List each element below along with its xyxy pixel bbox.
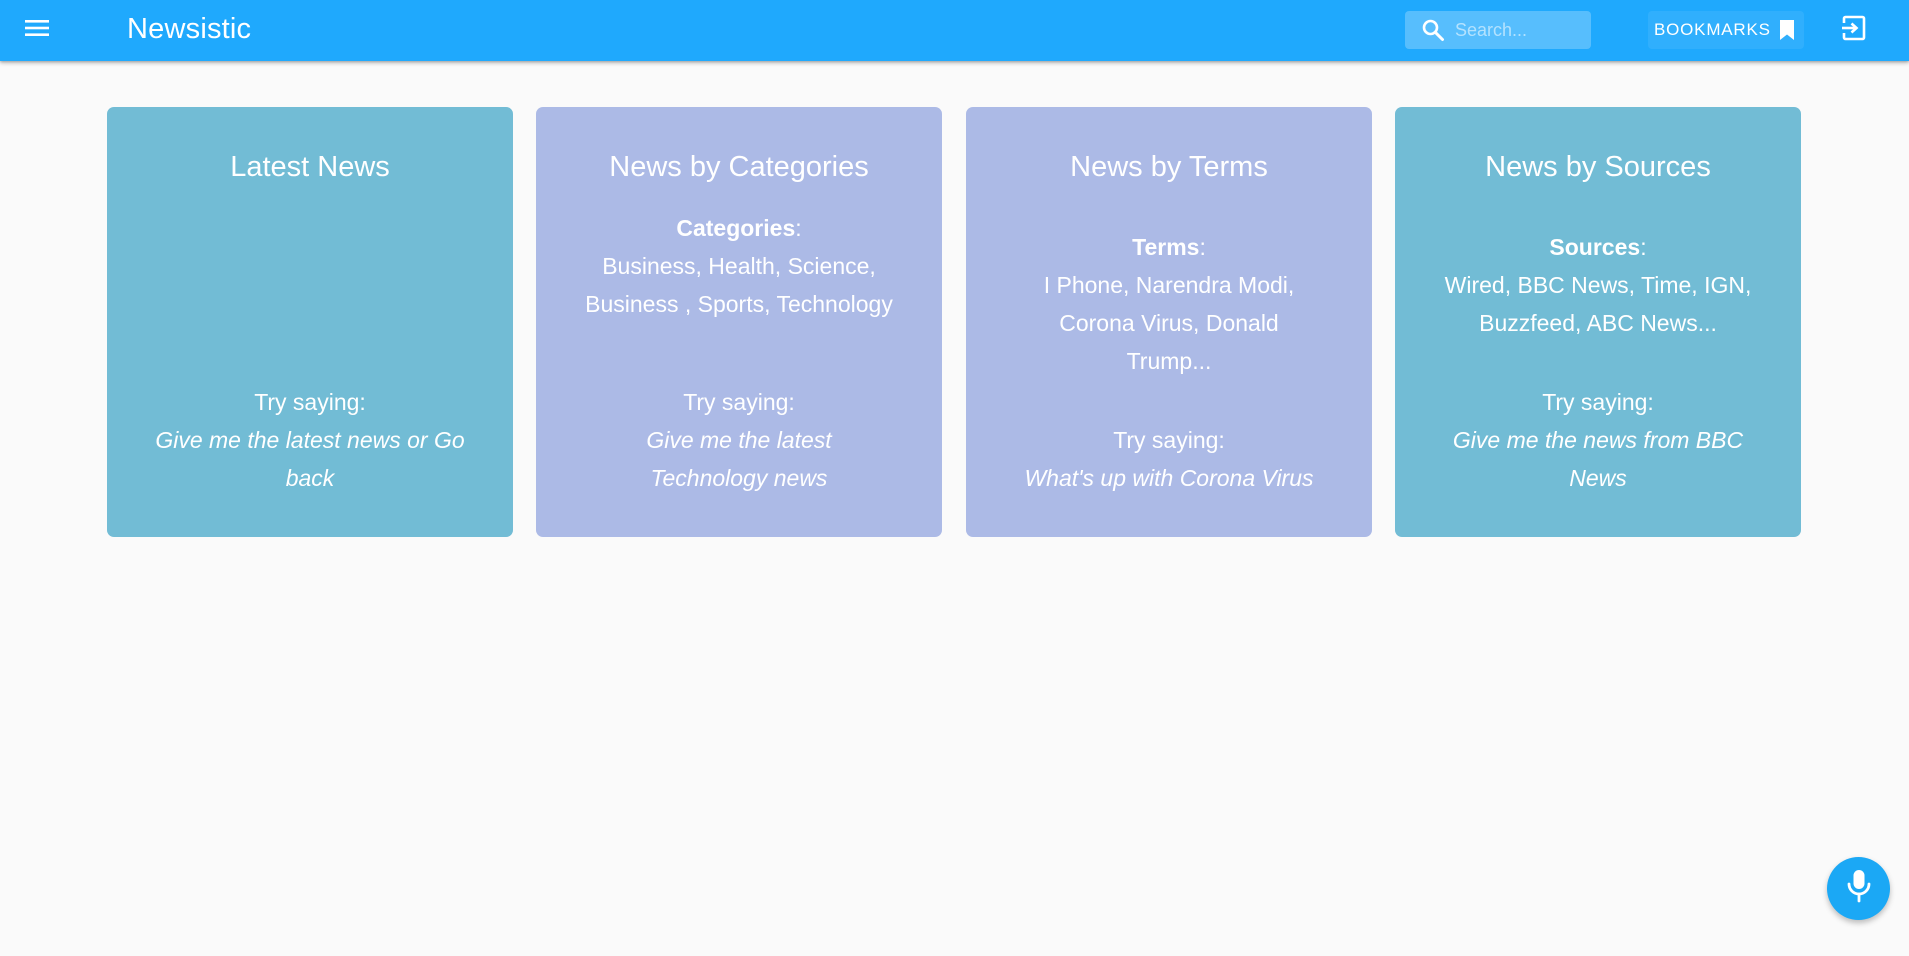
- try-saying-block: Try saying: Give me the news from BBC Ne…: [1395, 383, 1801, 497]
- bookmarks-label: BOOKMARKS: [1654, 20, 1771, 39]
- voice-command-button[interactable]: [1827, 857, 1890, 920]
- sources-label: Sources: [1549, 234, 1641, 260]
- mic-icon: [1844, 868, 1874, 909]
- try-saying-label: Try saying:: [1542, 389, 1654, 415]
- card-title: News by Categories: [609, 151, 869, 183]
- try-saying-example: What's up with Corona Virus: [1024, 465, 1314, 491]
- card-news-by-terms[interactable]: News by Terms Terms: I Phone, Narendra M…: [966, 107, 1372, 537]
- app-bar: Newsistic BOOKMARKS: [0, 0, 1909, 61]
- bookmark-icon: [1778, 18, 1800, 42]
- card-title: News by Terms: [1070, 151, 1268, 183]
- menu-icon: [24, 18, 50, 43]
- logout-icon: [1841, 15, 1867, 46]
- try-saying-example: Give me the latest news or Go back: [155, 427, 465, 491]
- logout-button[interactable]: [1838, 14, 1870, 46]
- sources-info: Sources: Wired, BBC News, Time, IGN, Buz…: [1433, 228, 1763, 342]
- try-saying-block: Try saying: What's up with Corona Virus: [966, 421, 1372, 497]
- try-saying-label: Try saying:: [254, 389, 366, 415]
- card-title: News by Sources: [1485, 151, 1711, 183]
- card-title: Latest News: [230, 151, 390, 183]
- search-input[interactable]: [1455, 15, 1585, 45]
- categories-list: Business, Health, Science, Business , Sp…: [585, 253, 893, 317]
- card-news-by-categories[interactable]: News by Categories Categories: Business,…: [536, 107, 942, 537]
- sources-list: Wired, BBC News, Time, IGN, Buzzfeed, AB…: [1444, 272, 1752, 336]
- categories-label: Categories: [676, 215, 796, 241]
- search-icon: [1421, 18, 1445, 42]
- try-saying-block: Try saying: Give me the latest Technolog…: [536, 383, 942, 497]
- menu-button[interactable]: [20, 15, 54, 45]
- bookmarks-button[interactable]: BOOKMARKS: [1648, 11, 1804, 49]
- terms-label: Terms: [1132, 234, 1200, 260]
- terms-list: I Phone, Narendra Modi, Corona Virus, Do…: [1043, 272, 1295, 374]
- card-latest-news[interactable]: Latest News Try saying: Give me the late…: [107, 107, 513, 537]
- app-title: Newsistic: [127, 13, 252, 45]
- card-news-by-sources[interactable]: News by Sources Sources: Wired, BBC News…: [1395, 107, 1801, 537]
- try-saying-block: Try saying: Give me the latest news or G…: [107, 383, 513, 497]
- try-saying-example: Give me the news from BBC News: [1452, 427, 1744, 491]
- terms-info: Terms: I Phone, Narendra Modi, Corona Vi…: [1024, 228, 1314, 380]
- search-box: [1405, 11, 1591, 49]
- categories-info: Categories: Business, Health, Science, B…: [584, 209, 894, 323]
- try-saying-label: Try saying:: [683, 389, 795, 415]
- try-saying-label: Try saying:: [1113, 427, 1225, 453]
- try-saying-example: Give me the latest Technology news: [646, 427, 832, 491]
